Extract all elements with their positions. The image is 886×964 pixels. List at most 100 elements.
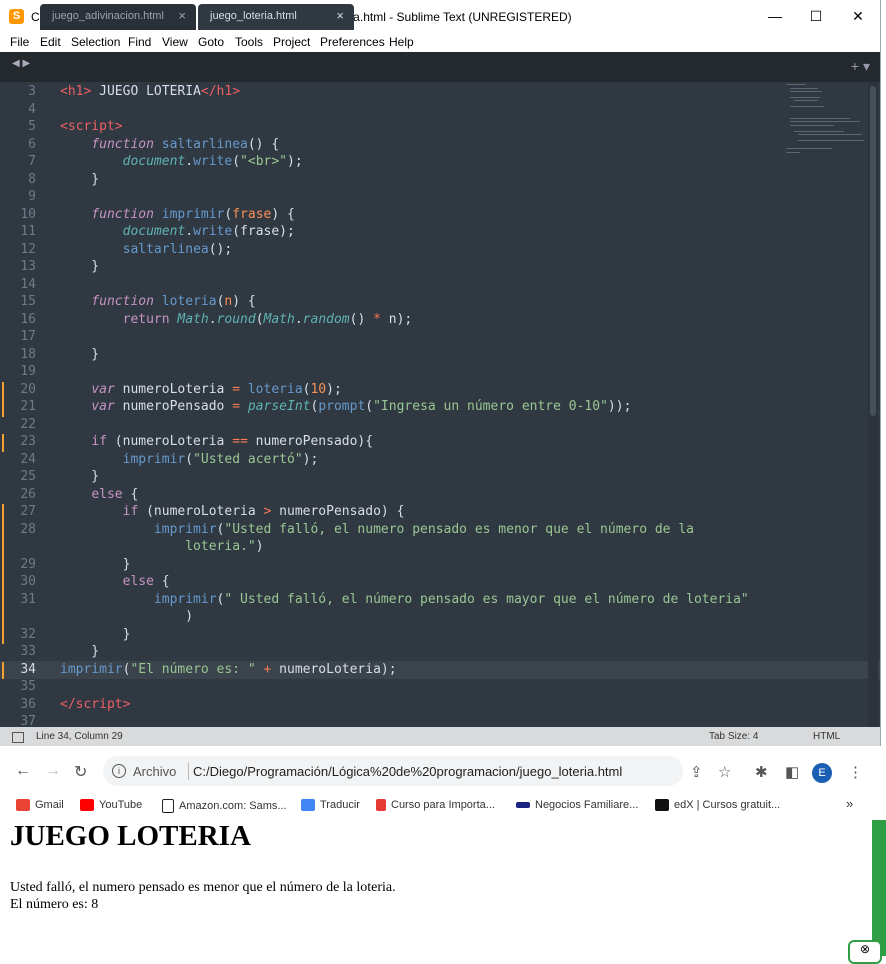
code-line[interactable]: if (numeroLoteria == numeroPensado){ <box>60 434 373 449</box>
forward-arrow-icon[interactable]: → <box>45 762 61 780</box>
menu-kebab-icon[interactable]: ⋮ <box>848 763 863 781</box>
modified-line-marker <box>2 591 4 609</box>
minimap[interactable] <box>786 84 866 164</box>
bookmark-traducir[interactable]: Traducir <box>301 799 360 812</box>
menu-view[interactable]: View <box>162 35 188 49</box>
bookmark-gmail[interactable]: Gmail <box>16 799 64 812</box>
code-line[interactable]: imprimir("Usted falló, el numero pensado… <box>60 522 694 537</box>
code-line[interactable]: <h1> JUEGO LOTERIA</h1> <box>60 84 240 99</box>
more-bookmarks-button[interactable]: » <box>846 796 853 811</box>
info-icon[interactable]: i <box>112 764 126 778</box>
sublime-icon: S <box>9 9 24 24</box>
back-arrow-icon[interactable]: ← <box>15 762 31 780</box>
code-line[interactable]: else { <box>60 487 138 502</box>
code-line[interactable]: function loteria(n) { <box>60 294 255 309</box>
curso-icon <box>376 799 386 812</box>
bookmark-amazon[interactable]: Amazon.com: Sams... <box>162 799 287 813</box>
extensions-puzzle-icon[interactable]: ✱ <box>755 763 768 781</box>
menu-help[interactable]: Help <box>389 35 414 49</box>
menu-file[interactable]: File <box>10 35 29 49</box>
cursor-position[interactable]: Line 34, Column 29 <box>36 731 123 742</box>
modified-line-marker <box>2 556 4 574</box>
code-line[interactable]: } <box>60 172 99 187</box>
minimize-button[interactable]: — <box>760 6 790 26</box>
bookmark-negocios[interactable]: Negocios Familiare... <box>516 799 638 811</box>
modified-line-marker <box>2 521 4 539</box>
line-number: 4 <box>28 101 36 117</box>
line-number: 20 <box>20 381 36 397</box>
output-line-1: Usted falló, el numero pensado es menor … <box>10 880 396 895</box>
bookmark-star-icon[interactable]: ☆ <box>718 763 731 781</box>
menu-tools[interactable]: Tools <box>235 35 263 49</box>
bookmark-edx[interactable]: edX | Cursos gratuit... <box>655 799 780 812</box>
scrollbar-thumb[interactable] <box>870 86 876 416</box>
line-number-gutter: 3 4 5 6 7 8 9 10 11 12 13 14 15 16 17 18 19 20 21 22 23 24 25 2… <box>0 82 44 729</box>
share-icon[interactable]: ⇪ <box>690 763 703 781</box>
page-heading: JUEGO LOTERIA <box>10 820 251 852</box>
tab-nav-arrows-icon[interactable]: ◀ ▶ <box>12 58 30 69</box>
line-number: 36 <box>20 696 36 712</box>
tab-size[interactable]: Tab Size: 4 <box>709 731 758 742</box>
code-line[interactable]: function imprimir(frase) { <box>60 207 295 222</box>
close-badge-icon[interactable]: ⊗ <box>848 940 882 964</box>
menu-selection[interactable]: Selection <box>71 35 120 49</box>
code-line[interactable]: document.write(frase); <box>60 224 295 239</box>
line-number: 23 <box>20 434 36 449</box>
code-line[interactable]: } <box>60 347 99 362</box>
syntax-mode[interactable]: HTML <box>813 731 840 742</box>
code-line[interactable]: function saltarlinea() { <box>60 137 279 152</box>
line-number: 11 <box>20 224 36 239</box>
line-number: 14 <box>20 276 36 292</box>
code-line[interactable]: } <box>60 557 131 572</box>
tab-juego-loteria[interactable]: juego_loteria.html × <box>198 4 354 30</box>
code-line[interactable]: imprimir("Usted acertó"); <box>60 452 319 467</box>
code-line[interactable]: if (numeroLoteria > numeroPensado) { <box>60 504 405 519</box>
line-number: 5 <box>28 119 36 134</box>
code-line[interactable]: } <box>60 259 99 274</box>
bookmark-curso[interactable]: Curso para Importa... <box>376 799 495 812</box>
code-editor[interactable]: <h1> JUEGO LOTERIA</h1> <script> function… <box>60 82 780 727</box>
tab-close-icon[interactable]: × <box>178 4 186 28</box>
tab-close-icon[interactable]: × <box>336 4 344 28</box>
new-tab-dropdown-icon[interactable]: + ▾ <box>851 58 870 75</box>
line-number: 32 <box>20 626 36 642</box>
modified-line-marker <box>2 381 4 399</box>
code-line[interactable]: document.write("<br>"); <box>60 154 303 169</box>
code-line[interactable]: return Math.round(Math.random() * n); <box>60 312 413 327</box>
line-number: 26 <box>20 486 36 502</box>
avatar[interactable]: E <box>812 763 832 783</box>
code-line[interactable]: imprimir(" Usted falló, el número pensad… <box>60 592 749 607</box>
bookmark-youtube[interactable]: YouTube <box>80 799 142 812</box>
maximize-button[interactable]: ☐ <box>801 6 831 26</box>
address-bar[interactable]: i Archivo C:/Diego/Programación/Lógica%2… <box>103 756 683 786</box>
bookmarks-bar: Gmail YouTube Amazon.com: Sams... Traduc… <box>0 792 886 821</box>
code-line[interactable]: } <box>60 644 99 659</box>
edx-icon <box>655 799 669 812</box>
url-text[interactable]: C:/Diego/Programación/Lógica%20de%20prog… <box>193 764 622 779</box>
close-button[interactable]: ✕ <box>843 6 873 26</box>
window-edge <box>872 820 886 956</box>
code-line[interactable]: <script> <box>60 119 123 134</box>
code-line[interactable]: var numeroPensado = parseInt(prompt("Ing… <box>60 399 631 414</box>
code-line[interactable]: else { <box>60 574 170 589</box>
menu-find[interactable]: Find <box>128 35 151 49</box>
code-line[interactable]: loteria.") <box>60 539 263 554</box>
code-line[interactable]: imprimir("El número es: " + numeroLoteri… <box>60 662 397 677</box>
code-line[interactable]: ) <box>60 609 193 624</box>
vertical-scrollbar[interactable] <box>868 82 878 727</box>
menu-project[interactable]: Project <box>273 35 310 49</box>
code-line[interactable]: var numeroLoteria = loteria(10); <box>60 382 341 397</box>
menu-goto[interactable]: Goto <box>198 35 224 49</box>
menu-edit[interactable]: Edit <box>40 35 61 49</box>
code-line[interactable]: saltarlinea(); <box>60 242 233 257</box>
panel-toggle-icon[interactable] <box>12 732 24 743</box>
line-number: 31 <box>20 591 36 607</box>
reload-icon[interactable]: ↻ <box>74 762 87 782</box>
line-number: 29 <box>20 556 36 572</box>
menu-preferences[interactable]: Preferences <box>320 35 385 49</box>
side-panel-icon[interactable]: ◧ <box>785 763 799 781</box>
code-line[interactable]: </script> <box>60 697 130 712</box>
code-line[interactable]: } <box>60 469 99 484</box>
code-line[interactable]: } <box>60 627 131 642</box>
tab-juego-adivinacion[interactable]: juego_adivinacion.html × <box>40 4 196 30</box>
